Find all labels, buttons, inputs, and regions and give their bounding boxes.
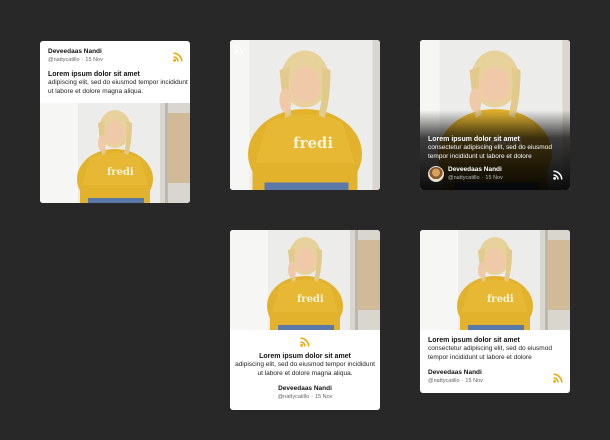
post-body: consectetur adipiscing elit, sed do eius… bbox=[428, 345, 552, 361]
rss-icon[interactable] bbox=[553, 170, 563, 180]
post-date: 15 Nov bbox=[314, 394, 333, 400]
post-image[interactable] bbox=[230, 230, 380, 330]
author-name: Deveedaas Nandi bbox=[448, 166, 502, 173]
rss-icon[interactable] bbox=[173, 52, 183, 62]
post-date: 15 Nov bbox=[465, 378, 483, 384]
rss-icon[interactable] bbox=[553, 373, 563, 383]
separator: · bbox=[461, 378, 464, 384]
author-handle: @nattycatillo bbox=[448, 175, 480, 181]
post-card-centered[interactable]: Lorem ipsum dolor sit amet adipiscing el… bbox=[230, 230, 380, 410]
post-body: adipiscing elit, sed do eiusmod tempor i… bbox=[235, 361, 375, 377]
post-title: Lorem ipsum dolor sit amet bbox=[259, 353, 351, 360]
author-meta: @nattycatillo · 15 Nov bbox=[230, 393, 380, 401]
author-name: Deveedaas Nandi bbox=[278, 385, 332, 392]
post-title: Lorem ipsum dolor sit amet bbox=[428, 136, 520, 143]
author-name: Deveedaas Nandi bbox=[48, 48, 102, 55]
post-title: Lorem ipsum dolor sit amet bbox=[428, 337, 520, 344]
post-image[interactable] bbox=[230, 40, 380, 190]
author-meta: @nattycatillo · 15 Nov bbox=[48, 56, 103, 64]
separator: · bbox=[81, 57, 84, 63]
post-body: consectetur adipiscing elit, sed do eius… bbox=[428, 144, 552, 160]
post-text: Lorem ipsum dolor sit amet adipiscing el… bbox=[234, 352, 376, 378]
separator: · bbox=[481, 175, 484, 181]
avatar[interactable] bbox=[428, 166, 444, 182]
post-body: adipiscing elit, sed do eiusmod tempor i… bbox=[48, 79, 188, 95]
post-card-image-only[interactable] bbox=[230, 40, 380, 190]
post-text: Lorem ipsum dolor sit amet consectetur a… bbox=[428, 135, 568, 161]
author-block: Deveedaas Nandi @nattycatillo · 15 Nov bbox=[428, 369, 483, 385]
post-title: Lorem ipsum dolor sit amet bbox=[48, 71, 140, 78]
post-image[interactable] bbox=[420, 230, 570, 330]
post-image[interactable] bbox=[40, 103, 190, 203]
post-text: Lorem ipsum dolor sit amet consectetur a… bbox=[428, 336, 568, 362]
author-block: Deveedaas Nandi @nattycatillo · 15 Nov bbox=[48, 48, 103, 64]
post-card-overlay[interactable]: Lorem ipsum dolor sit amet consectetur a… bbox=[420, 40, 570, 190]
post-text: Lorem ipsum dolor sit amet adipiscing el… bbox=[48, 70, 188, 96]
author-handle: @nattycatillo bbox=[428, 378, 460, 384]
separator: · bbox=[311, 394, 313, 400]
post-card-header-top[interactable]: Deveedaas Nandi @nattycatillo · 15 Nov Lor… bbox=[40, 41, 190, 203]
author-handle: @nattycatillo bbox=[277, 394, 310, 400]
author-meta: @nattycatillo · 15 Nov bbox=[448, 174, 503, 182]
author-meta: @nattycatillo · 15 Nov bbox=[428, 377, 483, 385]
author-name: Deveedaas Nandi bbox=[428, 369, 482, 376]
post-card-footer[interactable]: Lorem ipsum dolor sit amet consectetur a… bbox=[420, 230, 570, 393]
author-block: Deveedaas Nandi @nattycatillo · 15 Nov bbox=[230, 385, 380, 401]
post-date: 15 Nov bbox=[485, 175, 503, 181]
rss-icon[interactable] bbox=[234, 45, 243, 54]
author-block: Deveedaas Nandi @nattycatillo · 15 Nov bbox=[448, 166, 503, 182]
author-handle: @nattycatillo bbox=[48, 57, 80, 63]
rss-icon[interactable] bbox=[300, 337, 310, 347]
post-date: 15 Nov bbox=[85, 57, 103, 63]
